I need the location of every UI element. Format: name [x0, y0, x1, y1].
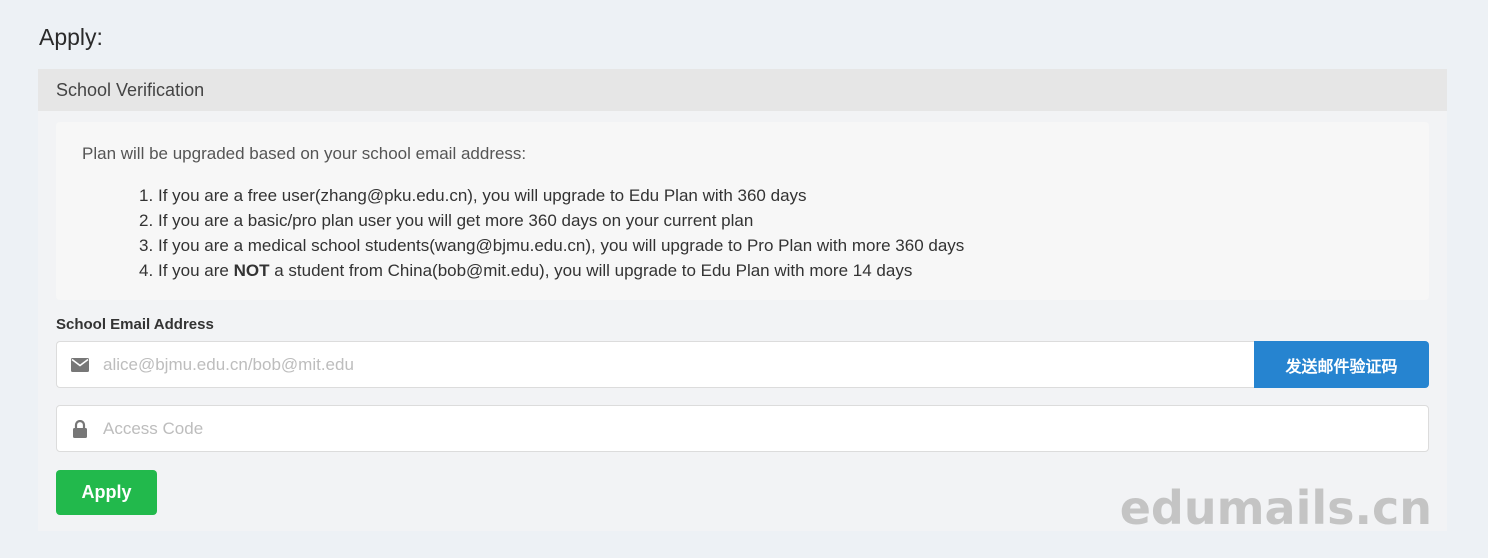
list-item-text: If you are [158, 261, 234, 280]
list-item-text: If you are a medical school students(wan… [158, 236, 965, 255]
list-item-number: 4. [139, 261, 154, 280]
list-item-text-end: a student from China(bob@mit.edu), you w… [269, 261, 913, 280]
email-field-label: School Email Address [56, 316, 214, 333]
list-item: 1. If you are a free user(zhang@pku.edu.c… [139, 183, 1403, 208]
list-item: 2. If you are a basic/pro plan user you w… [139, 208, 1403, 233]
list-item-number: 2. [139, 211, 154, 230]
watermark: edumails.cn [1119, 481, 1432, 535]
send-verification-code-button[interactable]: 发送邮件验证码 [1254, 341, 1429, 388]
list-item-text: If you are a basic/pro plan user you wil… [158, 211, 754, 230]
envelope-icon [57, 357, 103, 372]
access-code-input-group [56, 405, 1429, 452]
email-input[interactable] [103, 342, 1254, 387]
list-item-number: 3. [139, 236, 154, 255]
lock-icon [57, 419, 103, 438]
info-intro: Plan will be upgraded based on your scho… [82, 144, 527, 163]
school-verification-panel: School Verification Plan will be upgrade… [38, 69, 1447, 531]
info-box: Plan will be upgraded based on your scho… [56, 122, 1429, 300]
apply-button[interactable]: Apply [56, 470, 157, 515]
list-item-number: 1. [139, 186, 154, 205]
access-code-input-wrapper [56, 405, 1429, 452]
info-list: 1. If you are a free user(zhang@pku.edu.c… [82, 183, 1403, 283]
list-item-emphasis: NOT [233, 261, 270, 280]
email-input-wrapper [56, 341, 1254, 388]
page-title: Apply: [39, 24, 103, 50]
panel-heading: School Verification [38, 69, 1447, 111]
list-item-text: If you are a free user(zhang@pku.edu.cn)… [158, 186, 807, 205]
email-input-group: 发送邮件验证码 [56, 341, 1429, 388]
access-code-input[interactable] [103, 406, 1428, 451]
list-item: 4. If you are NOT a student from China(bo… [139, 258, 1403, 283]
list-item: 3. If you are a medical school students(w… [139, 233, 1403, 258]
